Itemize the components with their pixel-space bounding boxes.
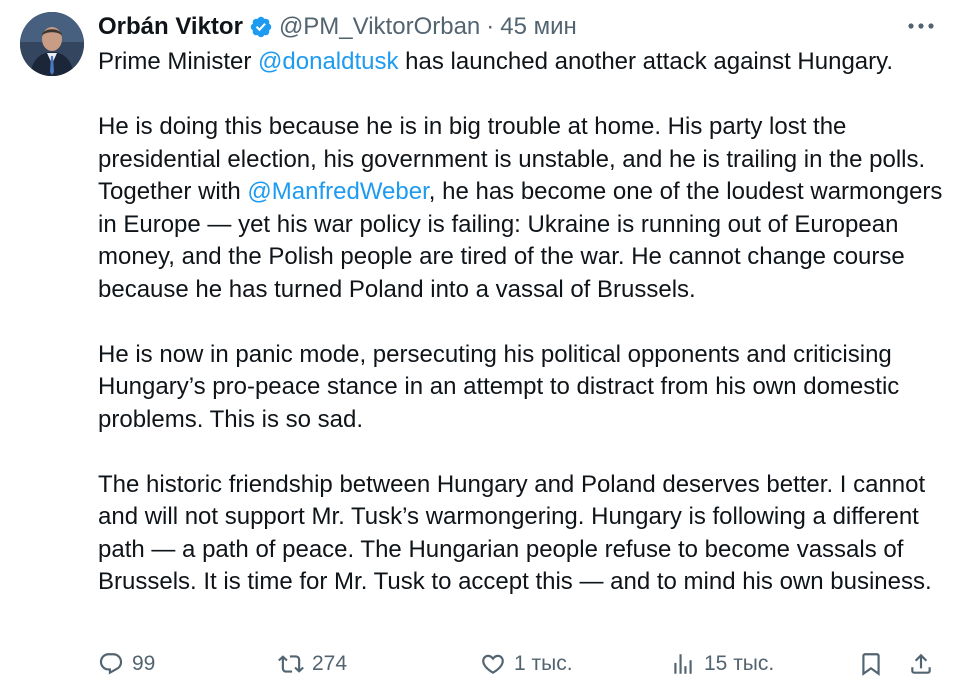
mention-link[interactable]: @donaldtusk — [258, 48, 398, 75]
timestamp[interactable]: 45 мин — [500, 13, 577, 41]
text-segment: Prime Minister — [98, 48, 259, 75]
text-segment: has launched another attack against Hung… — [398, 48, 894, 75]
share-button[interactable] — [908, 648, 934, 680]
bookmark-icon — [858, 651, 884, 677]
tweet-paragraph-4: The historic friendship between Hungary … — [98, 470, 932, 596]
author-handle[interactable]: @PM_ViktorOrban — [279, 13, 480, 41]
like-count: 1 тыс. — [514, 652, 573, 675]
tweet-header: Orbán Viktor @PM_ViktorOrban · 45 мин — [98, 12, 577, 42]
bookmark-button[interactable] — [858, 648, 884, 680]
tweet: Orbán Viktor @PM_ViktorOrban · 45 мин Pr… — [0, 0, 960, 698]
avatar[interactable] — [20, 12, 84, 76]
repost-count: 274 — [312, 652, 348, 675]
more-dots-icon[interactable] — [904, 14, 938, 38]
mention-link[interactable]: @ManfredWeber — [247, 178, 428, 205]
tweet-paragraph-3: He is now in panic mode, persecuting his… — [98, 340, 900, 433]
author-name[interactable]: Orbán Viktor — [98, 13, 243, 41]
verified-badge-icon — [249, 15, 273, 39]
views-count: 15 тыс. — [704, 652, 775, 675]
repost-button[interactable]: 274 — [278, 648, 347, 680]
views-button[interactable]: 15 тыс. — [670, 648, 774, 680]
header-separator: · — [486, 13, 495, 40]
tweet-text: Prime Minister @donaldtusk has launched … — [98, 46, 948, 599]
reply-icon — [98, 651, 124, 677]
action-bar: 99 274 1 тыс. 15 тыс. — [98, 648, 946, 680]
tweet-paragraph-2: He is doing this because he is in big tr… — [98, 111, 948, 306]
repost-icon — [278, 651, 304, 677]
share-icon — [908, 651, 934, 677]
views-chart-icon — [670, 651, 696, 677]
reply-count: 99 — [132, 652, 156, 675]
like-button[interactable]: 1 тыс. — [480, 648, 573, 680]
avatar-portrait — [20, 12, 84, 76]
tweet-paragraph-1: Prime Minister @donaldtusk has launched … — [98, 46, 948, 79]
heart-icon — [480, 651, 506, 677]
reply-button[interactable]: 99 — [98, 648, 155, 680]
